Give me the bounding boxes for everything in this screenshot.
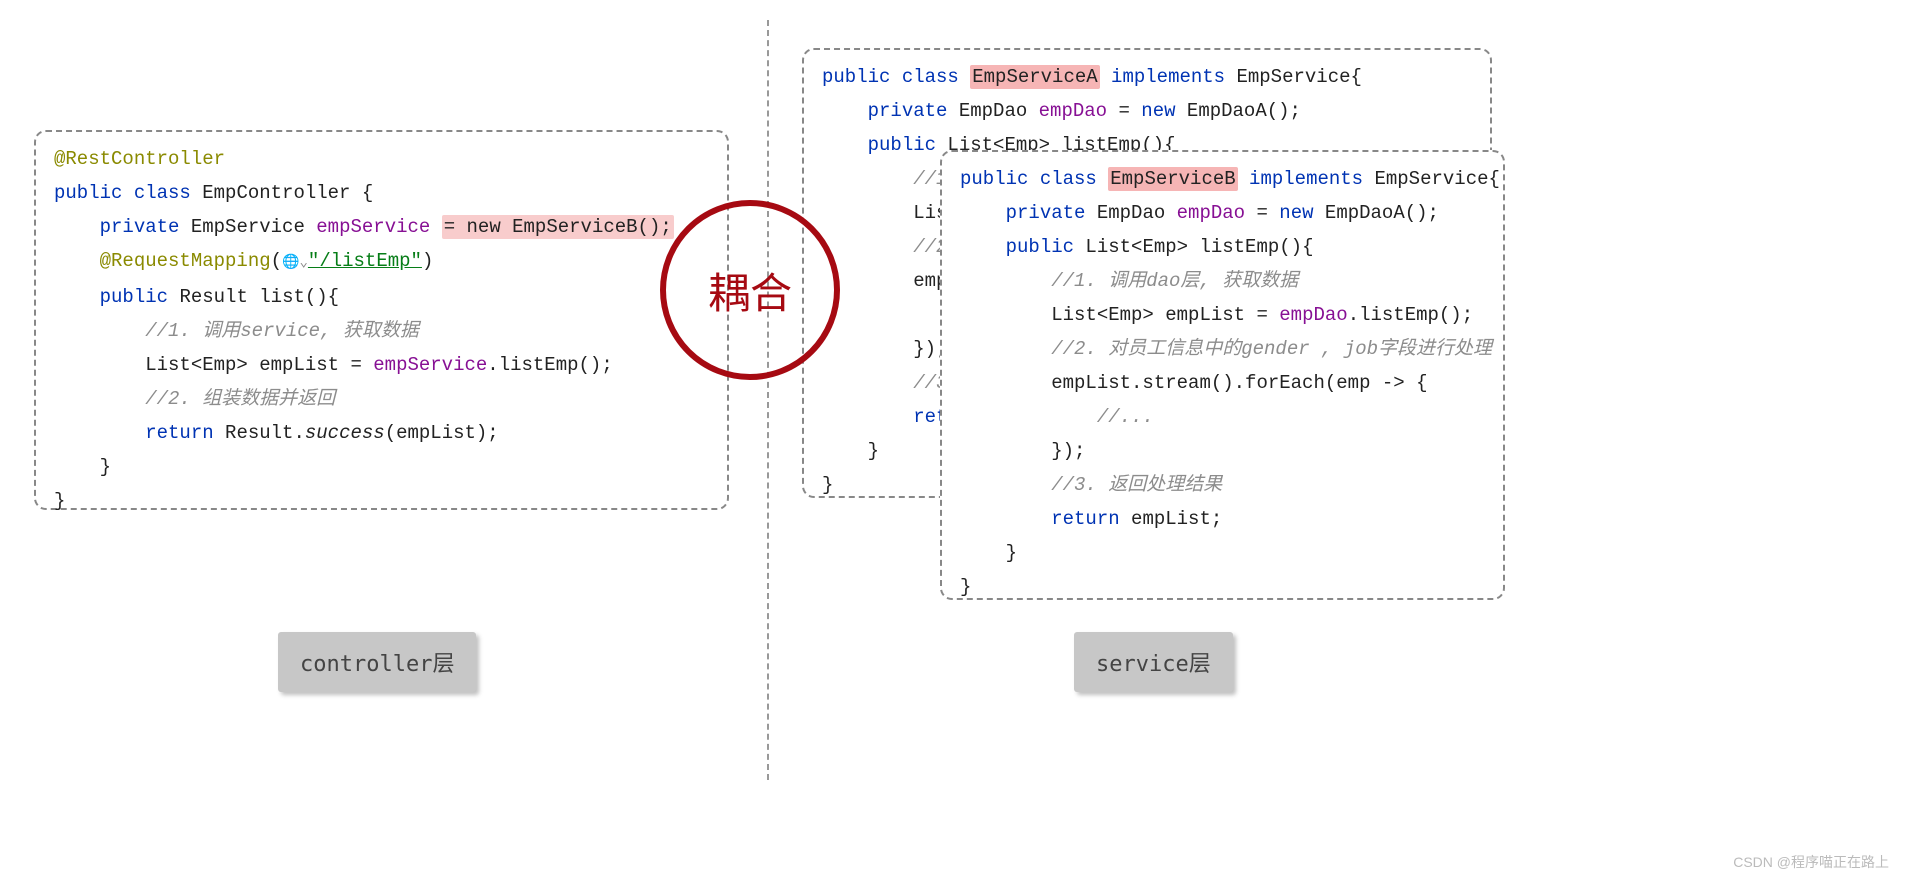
code: empList.stream().forEach(emp -> { bbox=[1051, 372, 1427, 394]
type: List<Emp> bbox=[1074, 236, 1199, 258]
globe-icon: 🌐⌄ bbox=[282, 255, 308, 271]
kw: private bbox=[868, 100, 948, 122]
kw: new bbox=[1141, 100, 1175, 122]
field: empDao bbox=[1039, 100, 1107, 122]
tail: empList; bbox=[1120, 508, 1223, 530]
call: .listEmp(); bbox=[1348, 304, 1473, 326]
kw: public class bbox=[960, 168, 1108, 190]
brace: } bbox=[54, 456, 111, 478]
kw: public bbox=[868, 134, 936, 156]
type: EmpDao bbox=[1085, 202, 1176, 224]
code: (empList); bbox=[385, 422, 499, 444]
kw: public class bbox=[822, 66, 970, 88]
comment: //2. 对员工信息中的gender , job字段进行处理 bbox=[1051, 338, 1492, 360]
code: List<Emp> empList = bbox=[145, 354, 373, 376]
static-call: success bbox=[305, 422, 385, 444]
controller-code-panel: @RestController public class EmpControll… bbox=[34, 130, 729, 510]
comment: //1. 调用dao层, 获取数据 bbox=[1051, 270, 1298, 292]
method: listEmp bbox=[1199, 236, 1279, 258]
brace: } bbox=[960, 576, 971, 598]
field: empDao bbox=[1177, 202, 1245, 224]
annotation-restcontroller: @RestController bbox=[54, 148, 225, 170]
kw: public bbox=[100, 286, 168, 308]
vertical-divider bbox=[767, 20, 769, 780]
kw: public class bbox=[54, 182, 191, 204]
method: list(){ bbox=[259, 286, 339, 308]
brace: } bbox=[822, 474, 833, 496]
controller-layer-label: controller层 bbox=[278, 632, 476, 692]
highlight-new-serviceb: = new EmpServiceB(); bbox=[442, 215, 674, 239]
comment: //1. 调用service, 获取数据 bbox=[145, 320, 419, 342]
highlight-serviceb: EmpServiceB bbox=[1108, 167, 1237, 191]
type: EmpDao bbox=[947, 100, 1038, 122]
brace: } bbox=[960, 542, 1017, 564]
controller-code: @RestController public class EmpControll… bbox=[54, 142, 709, 518]
code: Result. bbox=[214, 422, 305, 444]
code: }); bbox=[1051, 440, 1085, 462]
kw: new bbox=[1279, 202, 1313, 224]
kw: private bbox=[1006, 202, 1086, 224]
mapping-path: "/listEmp" bbox=[308, 250, 422, 272]
type: EmpService bbox=[191, 216, 305, 238]
tail: EmpDaoA(); bbox=[1314, 202, 1439, 224]
kw: return bbox=[1051, 508, 1119, 530]
comment: //3. 返回处理结果 bbox=[1051, 474, 1222, 496]
kw: return bbox=[145, 422, 213, 444]
comment: //2. 组装数据并返回 bbox=[145, 388, 335, 410]
field-ref: empDao bbox=[1279, 304, 1347, 326]
impl: EmpService{ bbox=[1225, 66, 1362, 88]
kw: private bbox=[100, 216, 180, 238]
service-b-code: public class EmpServiceB implements EmpS… bbox=[960, 162, 1485, 604]
field: empService bbox=[316, 216, 430, 238]
tail: (){ bbox=[1279, 236, 1313, 258]
annotation-requestmapping: @RequestMapping bbox=[100, 250, 271, 272]
tail: EmpDaoA(); bbox=[1176, 100, 1301, 122]
brace: } bbox=[54, 490, 65, 512]
kw: implements bbox=[1100, 66, 1225, 88]
coupling-label: 耦合 bbox=[708, 260, 792, 321]
impl: EmpService{ bbox=[1363, 168, 1500, 190]
field-ref: empService bbox=[373, 354, 487, 376]
service-b-code-panel: public class EmpServiceB implements EmpS… bbox=[940, 150, 1505, 600]
call: .listEmp(); bbox=[487, 354, 612, 376]
kw: public bbox=[1006, 236, 1074, 258]
highlight-servicea: EmpServiceA bbox=[970, 65, 1099, 89]
class-name: EmpController { bbox=[202, 182, 373, 204]
kw: implements bbox=[1238, 168, 1363, 190]
brace: } bbox=[822, 440, 879, 462]
comment: //... bbox=[1097, 406, 1154, 428]
eq: = bbox=[1107, 100, 1141, 122]
watermark: CSDN @程序喵正在路上 bbox=[1733, 852, 1889, 872]
eq: = bbox=[1245, 202, 1279, 224]
service-layer-label: service层 bbox=[1074, 632, 1233, 692]
code: List<Emp> empList = bbox=[1051, 304, 1279, 326]
coupling-circle: 耦合 bbox=[660, 200, 840, 380]
return-type: Result bbox=[179, 286, 247, 308]
